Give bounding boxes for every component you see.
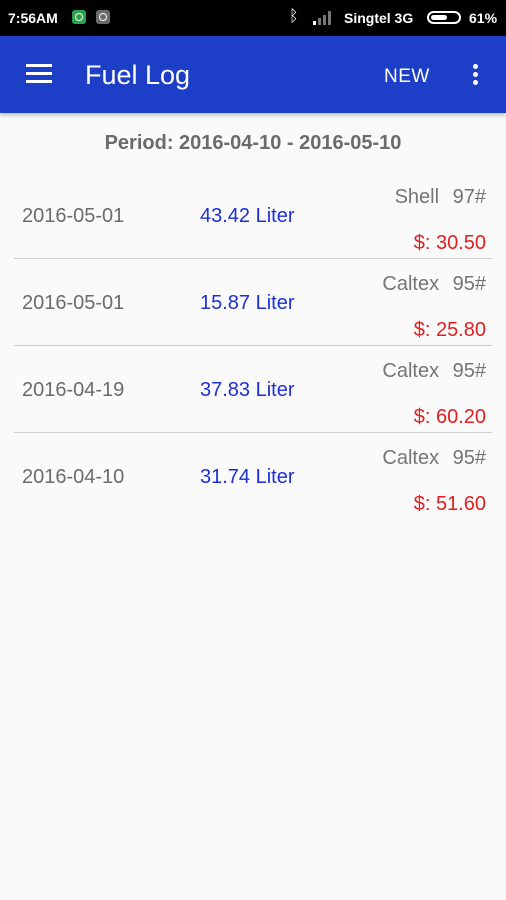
entry-fuel: Shell 97#	[394, 186, 486, 208]
entry-date: 2016-05-01	[22, 292, 125, 314]
entry-price: $: 60.20	[413, 406, 486, 428]
bluetooth-icon: ᛒ	[289, 8, 299, 25]
notification-icon	[72, 10, 86, 24]
new-button[interactable]: NEW	[384, 66, 430, 88]
entry-date: 2016-04-10	[22, 466, 125, 488]
status-time: 7:56AM	[8, 10, 58, 26]
battery-fill	[431, 15, 447, 20]
list-item[interactable]: 2016-04-19 37.83 Liter Caltex 95# $: 60.…	[14, 346, 492, 433]
more-options-icon[interactable]	[470, 62, 480, 88]
entry-liters: 31.74 Liter	[200, 466, 295, 488]
status-bar: 7:56AM ᛒ Singtel 3G 61%	[0, 0, 506, 36]
entry-liters: 43.42 Liter	[200, 205, 295, 227]
entry-fuel: Caltex 95#	[382, 273, 486, 295]
signal-icon	[313, 11, 331, 25]
list-item[interactable]: 2016-05-01 15.87 Liter Caltex 95# $: 25.…	[14, 259, 492, 346]
entry-price: $: 51.60	[413, 493, 486, 515]
list-item[interactable]: 2016-04-10 31.74 Liter Caltex 95# $: 51.…	[14, 433, 492, 519]
notification-icon	[96, 10, 110, 24]
carrier-label: Singtel 3G	[344, 10, 414, 26]
battery-percent: 61%	[469, 10, 498, 26]
entry-price: $: 30.50	[413, 232, 486, 254]
list-item[interactable]: 2016-05-01 43.42 Liter Shell 97# $: 30.5…	[14, 172, 492, 259]
entry-date: 2016-05-01	[22, 205, 125, 227]
entry-liters: 15.87 Liter	[200, 292, 295, 314]
entry-date: 2016-04-19	[22, 379, 125, 401]
entry-liters: 37.83 Liter	[200, 379, 295, 401]
page-title: Fuel Log	[85, 60, 191, 90]
menu-icon[interactable]	[26, 64, 54, 84]
battery-icon	[427, 11, 461, 24]
entry-fuel: Caltex 95#	[382, 447, 486, 469]
entry-price: $: 25.80	[413, 319, 486, 341]
period-label: Period: 2016-04-10 - 2016-05-10	[104, 132, 402, 154]
entry-fuel: Caltex 95#	[382, 360, 486, 382]
app-bar: Fuel Log NEW	[0, 36, 506, 113]
fuel-log-list: 2016-05-01 43.42 Liter Shell 97# $: 30.5…	[0, 172, 506, 519]
